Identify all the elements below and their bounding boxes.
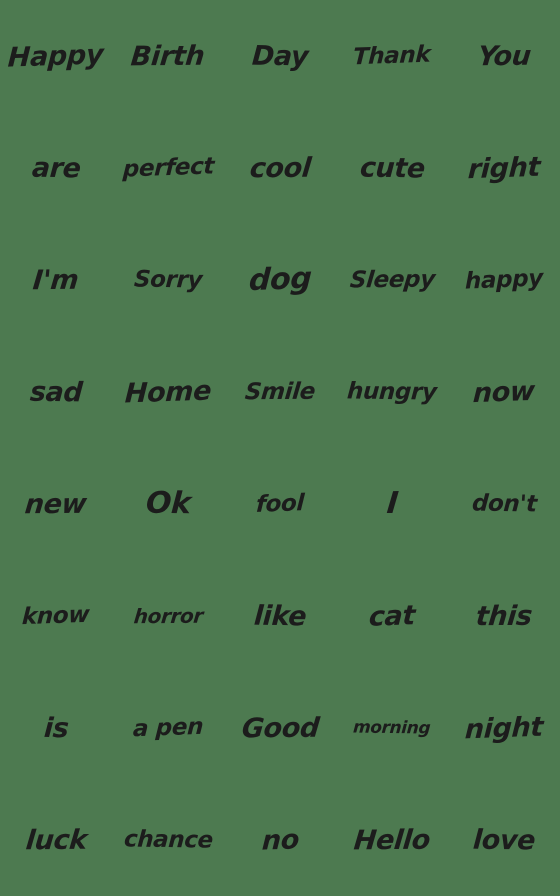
emoji-word-label: Birth (129, 40, 207, 72)
emoji-word-label: Day (250, 40, 310, 72)
emoji-word-label: like (252, 600, 308, 632)
emoji-cell-r8-c1[interactable]: luck (0, 784, 112, 896)
emoji-cell-r7-c1[interactable]: is (0, 672, 112, 784)
emoji-cell-r1-c1[interactable]: Happy (0, 0, 112, 112)
emoji-word-label: now (472, 375, 536, 409)
emoji-cell-r8-c3[interactable]: no (224, 784, 336, 896)
emoji-cell-r3-c5[interactable]: happy (448, 224, 560, 336)
emoji-cell-r5-c1[interactable]: new (0, 448, 112, 560)
emoji-word-label: I (384, 485, 400, 522)
emoji-word-label: don't (470, 490, 538, 517)
emoji-word-label: a pen (132, 713, 204, 742)
emoji-cell-r1-c4[interactable]: Thank (336, 0, 448, 112)
emoji-word-label: I'm (31, 264, 81, 296)
emoji-word-label: no (260, 823, 300, 857)
emoji-cell-r4-c4[interactable]: hungry (336, 336, 448, 448)
emoji-cell-r5-c2[interactable]: Ok (112, 448, 224, 560)
emoji-cell-r7-c4[interactable]: morning (336, 672, 448, 784)
emoji-word-label: love (471, 824, 537, 856)
emoji-word-label: morning (352, 716, 432, 739)
emoji-cell-r7-c3[interactable]: Good (224, 672, 336, 784)
emoji-word-label: this (474, 600, 534, 632)
emoji-word-label: Sleepy (348, 266, 436, 293)
emoji-word-label: You (476, 40, 532, 72)
emoji-cell-r4-c3[interactable]: Smile (224, 336, 336, 448)
emoji-cell-r6-c2[interactable]: horror (112, 560, 224, 672)
emoji-cell-r1-c3[interactable]: Day (224, 0, 336, 112)
emoji-cell-r6-c5[interactable]: this (448, 560, 560, 672)
emoji-cell-r5-c3[interactable]: fool (224, 448, 336, 560)
emoji-word-label: night (464, 711, 544, 745)
emoji-cell-r5-c4[interactable]: I (336, 448, 448, 560)
emoji-word-label: cat (368, 599, 416, 633)
emoji-cell-r1-c2[interactable]: Birth (112, 0, 224, 112)
emoji-word-label: Sorry (133, 266, 203, 293)
emoji-cell-r3-c1[interactable]: I'm (0, 224, 112, 336)
emoji-word-label: horror (132, 603, 204, 629)
emoji-cell-r3-c2[interactable]: Sorry (112, 224, 224, 336)
emoji-cell-r4-c2[interactable]: Home (112, 336, 224, 448)
emoji-cell-r7-c5[interactable]: night (448, 672, 560, 784)
emoji-word-label: are (30, 152, 82, 184)
emoji-word-label: is (42, 712, 70, 744)
emoji-cell-r6-c1[interactable]: know (0, 560, 112, 672)
emoji-word-label: hungry (346, 377, 438, 406)
emoji-word-label: Smile (243, 378, 317, 405)
emoji-cell-r2-c5[interactable]: right (448, 112, 560, 224)
emoji-word-label: Thank (352, 41, 432, 70)
emoji-cell-r2-c3[interactable]: cool (224, 112, 336, 224)
emoji-word-label: fool (255, 489, 305, 518)
emoji-cell-r4-c1[interactable]: sad (0, 336, 112, 448)
emoji-word-label: dog (247, 260, 313, 299)
emoji-word-grid: Happy Birth Day Thank You are perfect cool cute r… (0, 0, 560, 896)
emoji-word-label: Home (124, 375, 212, 409)
emoji-word-label: Ok (144, 485, 192, 522)
emoji-word-label: know (21, 601, 91, 630)
emoji-cell-r2-c2[interactable]: perfect (112, 112, 224, 224)
emoji-word-label: Good (239, 712, 321, 744)
emoji-cell-r6-c4[interactable]: cat (336, 560, 448, 672)
emoji-cell-r3-c3[interactable]: dog (224, 224, 336, 336)
emoji-word-label: new (23, 488, 89, 520)
emoji-cell-r6-c3[interactable]: like (224, 560, 336, 672)
emoji-cell-r5-c5[interactable]: don't (448, 448, 560, 560)
emoji-word-label: cute (358, 152, 426, 184)
emoji-cell-r2-c1[interactable]: are (0, 112, 112, 224)
emoji-cell-r8-c5[interactable]: love (448, 784, 560, 896)
emoji-cell-r3-c4[interactable]: Sleepy (336, 224, 448, 336)
emoji-word-label: right (467, 151, 541, 185)
emoji-word-label: luck (24, 824, 88, 856)
emoji-word-label: Hello (352, 824, 432, 856)
emoji-cell-r2-c4[interactable]: cute (336, 112, 448, 224)
emoji-word-label: Happy (7, 38, 105, 74)
emoji-cell-r8-c2[interactable]: chance (112, 784, 224, 896)
emoji-cell-r8-c4[interactable]: Hello (336, 784, 448, 896)
emoji-word-label: happy (464, 264, 544, 295)
emoji-cell-r1-c5[interactable]: You (448, 0, 560, 112)
emoji-word-label: sad (28, 376, 84, 408)
emoji-word-label: perfect (121, 152, 215, 183)
emoji-cell-r7-c2[interactable]: a pen (112, 672, 224, 784)
emoji-cell-r4-c5[interactable]: now (448, 336, 560, 448)
emoji-word-label: cool (248, 152, 312, 184)
emoji-word-label: chance (122, 825, 214, 854)
